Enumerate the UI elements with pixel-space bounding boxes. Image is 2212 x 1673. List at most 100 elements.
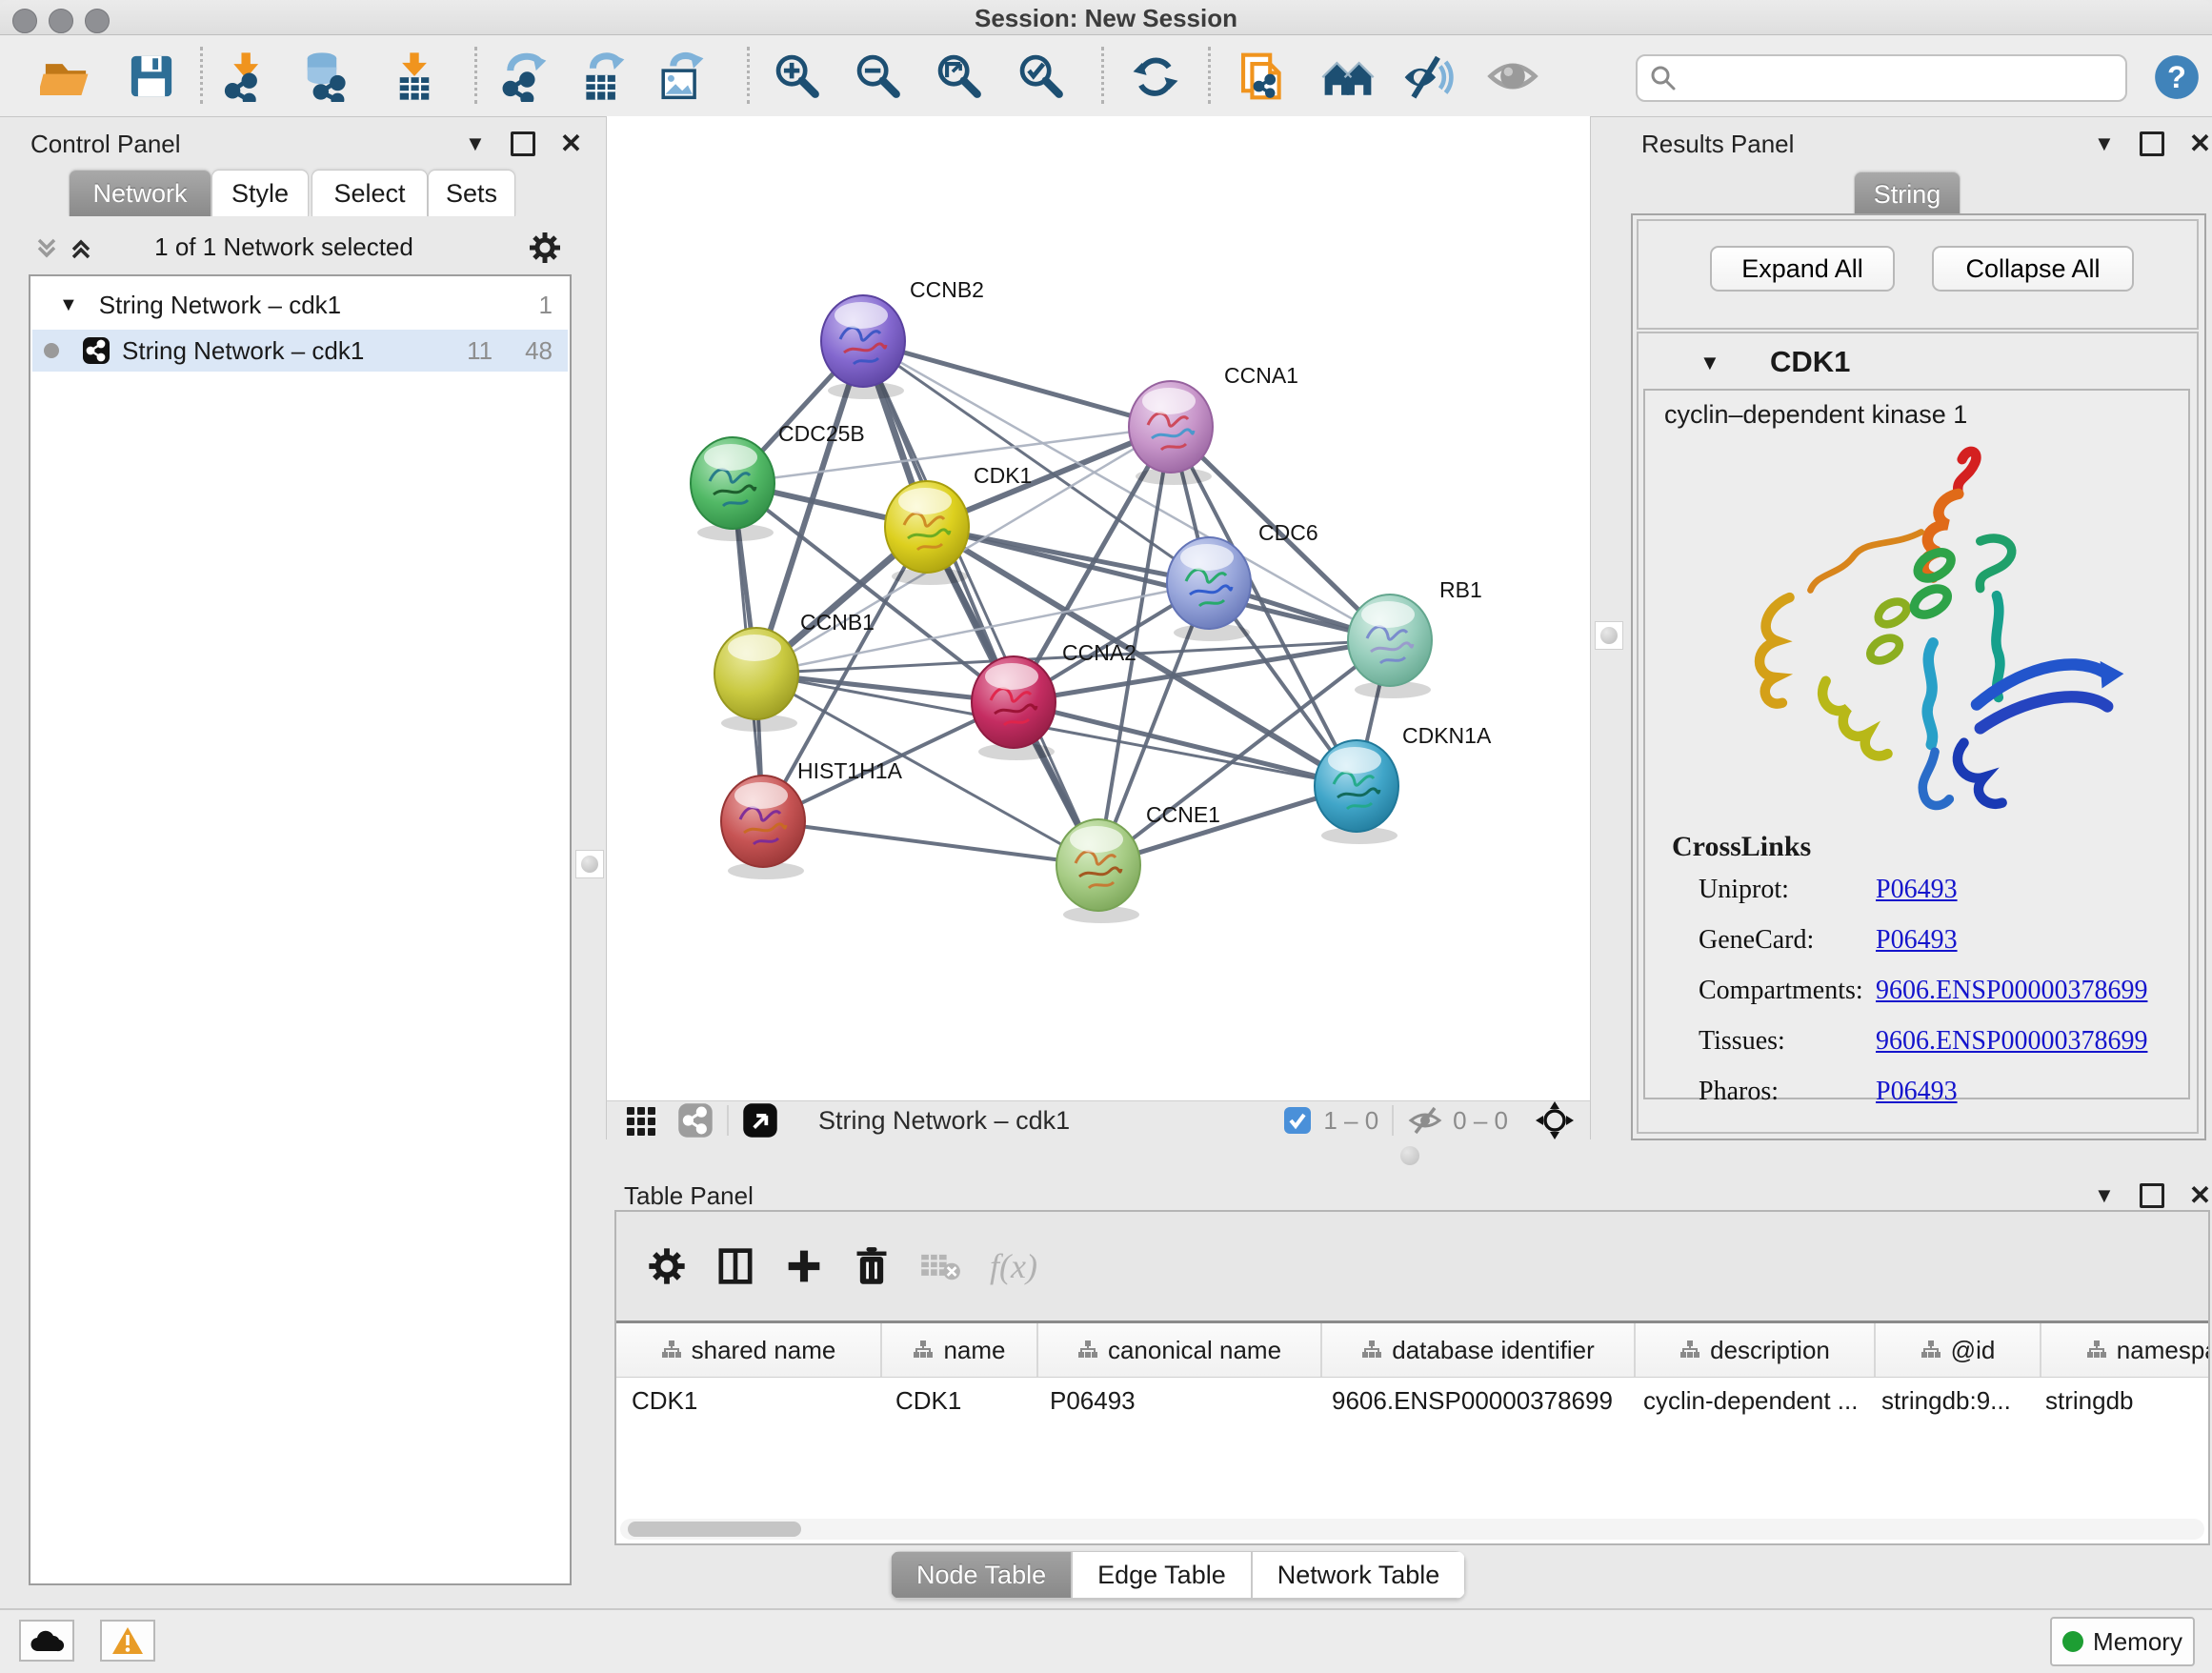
network-node-CCNB1[interactable] — [714, 628, 798, 732]
pan-crosshair-icon[interactable] — [1535, 1100, 1575, 1140]
memory-button[interactable]: Memory — [2050, 1617, 2195, 1666]
network-node-CDKN1A[interactable] — [1315, 740, 1398, 844]
table-cell[interactable]: 9606.ENSP00000378699 — [1317, 1386, 1628, 1416]
view-grid-icon[interactable] — [624, 1103, 658, 1138]
crosslink-link[interactable]: P06493 — [1876, 875, 1958, 905]
scrollbar-thumb[interactable] — [628, 1522, 801, 1537]
search-field[interactable] — [1636, 54, 2127, 102]
table-row[interactable]: CDK1CDK1P064939606.ENSP00000378699cyclin… — [616, 1378, 2208, 1423]
panel-float-icon[interactable] — [2140, 131, 2164, 156]
left-splitter-handle[interactable] — [575, 850, 604, 878]
column-header-canonical-name[interactable]: canonical name — [1038, 1323, 1322, 1377]
open-session-button[interactable] — [40, 50, 91, 102]
tab-sets[interactable]: Sets — [428, 170, 515, 216]
column-header-name[interactable]: name — [882, 1323, 1038, 1377]
collapse-all-chevrons-icon[interactable] — [32, 234, 61, 263]
zoom-out-button[interactable] — [853, 50, 904, 102]
network-node-CCNE1[interactable] — [1056, 819, 1140, 923]
hide-selected-button[interactable] — [1400, 50, 1452, 102]
column-header-database-identifier[interactable]: database identifier — [1322, 1323, 1636, 1377]
crosslink-link[interactable]: P06493 — [1876, 1077, 1958, 1107]
right-splitter-handle[interactable] — [1595, 621, 1623, 650]
network-edge-CDK1-RB1[interactable] — [927, 527, 1390, 640]
network-share-icon[interactable] — [677, 1102, 714, 1139]
add-column-icon[interactable] — [784, 1246, 824, 1286]
export-network-button[interactable] — [499, 50, 551, 102]
network-edge-CCNE1-HIST1H1A[interactable] — [763, 821, 1098, 865]
table-cell[interactable]: cyclin-dependent ... — [1628, 1386, 1866, 1416]
crosslink-link[interactable]: 9606.ENSP00000378699 — [1876, 976, 2147, 1006]
update-network-button[interactable] — [1130, 50, 1181, 102]
panel-menu-caret-icon[interactable]: ▼ — [2094, 131, 2115, 156]
birdseye-view-icon[interactable] — [742, 1102, 778, 1139]
table-cell[interactable]: P06493 — [1035, 1386, 1317, 1416]
column-header-description[interactable]: description — [1636, 1323, 1876, 1377]
import-table-file-button[interactable] — [389, 50, 440, 102]
first-neighbors-button[interactable] — [1320, 50, 1372, 102]
collapse-all-button[interactable]: Collapse All — [1932, 246, 2134, 292]
help-button[interactable]: ? — [2151, 52, 2202, 104]
tab-style[interactable]: Style — [211, 170, 309, 216]
network-edge-CCNB2-CCNE1[interactable] — [863, 341, 1098, 865]
tab-node-table[interactable]: Node Table — [891, 1551, 1072, 1599]
new-network-from-selection-button[interactable] — [1237, 50, 1288, 102]
save-session-button[interactable] — [126, 50, 177, 102]
show-columns-icon[interactable] — [715, 1246, 755, 1286]
warning-status-button[interactable] — [100, 1620, 155, 1662]
panel-menu-caret-icon[interactable]: ▼ — [2094, 1183, 2115, 1208]
export-table-button[interactable] — [577, 50, 629, 102]
expand-all-chevrons-icon[interactable] — [67, 234, 95, 263]
expand-all-button[interactable]: Expand All — [1710, 246, 1895, 292]
tab-select[interactable]: Select — [312, 170, 428, 216]
network-node-HIST1H1A[interactable] — [721, 776, 805, 879]
panel-float-icon[interactable] — [2140, 1183, 2164, 1208]
crosslink-link[interactable]: P06493 — [1876, 925, 1958, 956]
cloud-status-button[interactable] — [19, 1620, 74, 1662]
network-node-RB1[interactable] — [1348, 595, 1432, 698]
table-cell[interactable]: stringdb:9... — [1866, 1386, 2030, 1416]
table-cell[interactable]: stringdb — [2030, 1386, 2210, 1416]
hidden-eye-slash-icon[interactable] — [1407, 1105, 1443, 1136]
table-horizontal-scrollbar[interactable] — [620, 1519, 2204, 1540]
table-gear-icon[interactable] — [647, 1246, 687, 1286]
network-node-CCNA1[interactable] — [1129, 381, 1213, 485]
gene-caret-icon[interactable]: ▼ — [1699, 351, 1720, 375]
tab-string[interactable]: String — [1854, 171, 1961, 216]
network-edge-CCNB2-CCNA1[interactable] — [863, 341, 1171, 427]
tab-network[interactable]: Network — [69, 170, 211, 216]
panel-menu-caret-icon[interactable]: ▼ — [465, 131, 486, 156]
collection-caret-icon[interactable]: ▼ — [59, 294, 78, 316]
panel-close-icon[interactable]: ✕ — [2189, 134, 2211, 153]
panel-float-icon[interactable] — [511, 131, 535, 156]
search-input[interactable] — [1678, 63, 2125, 94]
column-header-@id[interactable]: @id — [1876, 1323, 2041, 1377]
export-image-button[interactable] — [655, 50, 707, 102]
selected-checkbox-icon[interactable] — [1283, 1106, 1312, 1135]
zoom-selected-button[interactable] — [1016, 50, 1067, 102]
panel-close-icon[interactable]: ✕ — [560, 134, 582, 153]
zoom-in-button[interactable] — [772, 50, 823, 102]
svg-text:?: ? — [2167, 58, 2186, 93]
network-options-gear-icon[interactable] — [528, 231, 562, 265]
network-graph[interactable]: CCNB2CCNA1CDC25BCDK1CDC6RB1CCNB1CCNA2CDK… — [607, 116, 1590, 1100]
table-cell[interactable]: CDK1 — [616, 1386, 880, 1416]
table-cell[interactable]: CDK1 — [880, 1386, 1035, 1416]
column-header-namespace[interactable]: namespace — [2041, 1323, 2210, 1377]
network-row-selected[interactable]: String Network – cdk1 11 48 — [32, 330, 568, 372]
import-network-file-button[interactable] — [219, 50, 271, 102]
network-collection-row[interactable]: ▼ String Network – cdk1 1 — [32, 288, 568, 322]
zoom-fit-button[interactable] — [934, 50, 985, 102]
crosslink-link[interactable]: 9606.ENSP00000378699 — [1876, 1026, 2147, 1057]
horizontal-splitter-handle[interactable] — [1400, 1146, 1419, 1165]
tab-network-table[interactable]: Network Table — [1252, 1551, 1466, 1599]
tab-edge-table[interactable]: Edge Table — [1072, 1551, 1252, 1599]
column-header-shared-name[interactable]: shared name — [616, 1323, 882, 1377]
show-all-button[interactable] — [1486, 50, 1538, 102]
panel-close-icon[interactable]: ✕ — [2189, 1186, 2211, 1205]
delete-column-icon[interactable] — [853, 1246, 891, 1286]
import-network-database-button[interactable] — [303, 50, 354, 102]
network-node-CCNB2[interactable] — [821, 295, 905, 399]
network-node-CDC25B[interactable] — [691, 437, 774, 541]
network-canvas[interactable]: CCNB2CCNA1CDC25BCDK1CDC6RB1CCNB1CCNA2CDK… — [606, 116, 1591, 1100]
node-label-RB1: RB1 — [1439, 577, 1482, 602]
